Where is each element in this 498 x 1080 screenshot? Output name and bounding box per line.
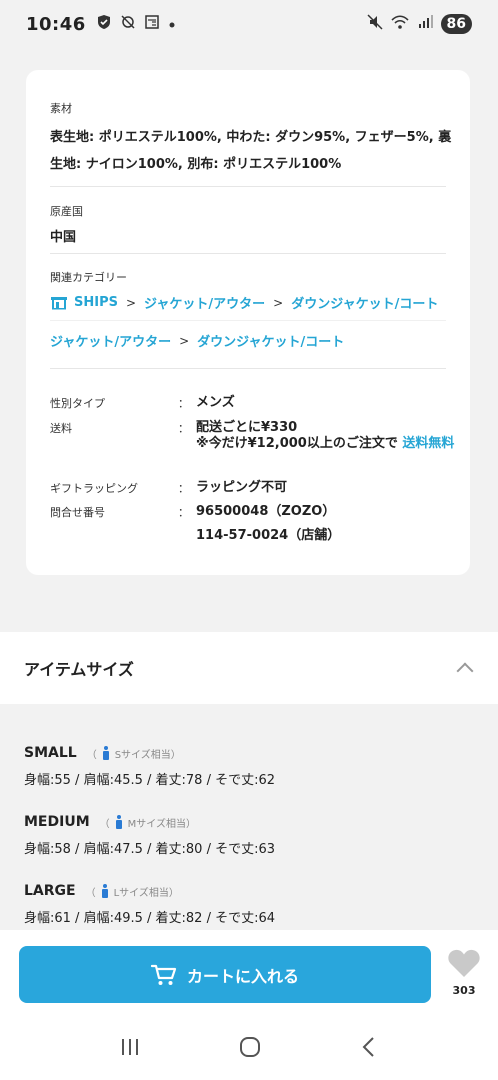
add-to-cart-label: カートに入れる xyxy=(186,966,299,986)
add-to-cart-button[interactable]: カートに入れる xyxy=(19,946,431,1003)
heart-icon xyxy=(448,949,480,977)
category-label: 関連カテゴリー xyxy=(50,271,127,284)
origin-value: 中国 xyxy=(50,230,77,245)
battery-badge: 86 xyxy=(440,14,472,34)
crumb-separator: > xyxy=(179,333,190,348)
inquiry-value: 96500048（ZOZO） 114-57-0024（店舗） xyxy=(196,504,456,544)
network-off-icon xyxy=(120,14,136,34)
gift-key: ギフトラッピング xyxy=(50,482,138,495)
shipping-key: 送料 xyxy=(50,422,72,435)
wifi-icon xyxy=(390,14,409,34)
crumb-down-jacket-link[interactable]: ダウンジャケット/コート xyxy=(291,293,438,312)
product-detail-card: 素材 表生地: ポリエステル100%, 中わた: ダウン95%, フェザー5%,… xyxy=(26,70,470,575)
person-icon xyxy=(115,815,123,829)
home-icon[interactable] xyxy=(238,1035,262,1063)
size-item: SMALL （ Sサイズ相当 ） 身幅:55 / 肩幅:45.5 / 着丈:78… xyxy=(24,745,275,788)
paren-open: （ xyxy=(99,818,110,830)
material-label: 素材 xyxy=(50,102,72,115)
size-item: MEDIUM （ Mサイズ相当 ） 身幅:58 / 肩幅:47.5 / 着丈:8… xyxy=(24,814,275,857)
shipping-value-line1: 配送ごとに¥330 xyxy=(196,420,298,435)
shipping-value-line2: ※今だけ¥12,000以上のご注文で xyxy=(196,436,398,451)
size-item: LARGE （ Lサイズ相当 ） 身幅:61 / 肩幅:49.5 / 着丈:82… xyxy=(24,883,275,926)
status-left-icons xyxy=(96,14,176,34)
status-time: 10:46 xyxy=(26,13,86,35)
person-icon xyxy=(101,884,109,898)
status-right: 86 xyxy=(366,14,472,34)
size-name-row: LARGE （ Lサイズ相当 ） xyxy=(24,883,275,899)
size-hint-text: Sサイズ相当 xyxy=(114,749,171,761)
colon: ： xyxy=(178,422,189,435)
crumb-jacket-link[interactable]: ジャケット/アウター xyxy=(144,293,265,312)
free-shipping-link[interactable]: 送料無料 xyxy=(402,436,454,451)
divider xyxy=(50,368,446,369)
crumb-ships-link[interactable]: SHIPS xyxy=(74,295,118,310)
inquiry-key: 問合せ番号 xyxy=(50,506,105,519)
size-dims: 身幅:61 / 肩幅:49.5 / 着丈:82 / そで丈:64 xyxy=(24,911,276,926)
system-nav-bar xyxy=(0,1018,498,1080)
shipping-row: 送料 ： 配送ごとに¥330 ※今だけ¥12,000以上のご注文で 送料無料 xyxy=(50,420,456,452)
cart-icon xyxy=(150,964,177,985)
material-value-line1: 表生地: ポリエステル100%, 中わた: ダウン95%, フェザー5%, 裏 xyxy=(50,130,452,145)
crumb-down-jacket-link[interactable]: ダウンジャケット/コート xyxy=(197,331,344,350)
size-hint: （ Sサイズ相当 ） xyxy=(87,746,181,761)
size-list: SMALL （ Sサイズ相当 ） 身幅:55 / 肩幅:45.5 / 着丈:78… xyxy=(0,704,498,930)
bottom-action-bar: カートに入れる 303 xyxy=(0,930,498,1018)
divider xyxy=(50,320,446,321)
size-hint: （ Mサイズ相当 ） xyxy=(100,815,196,830)
inquiry-row: 問合せ番号 ： 96500048（ZOZO） 114-57-0024（店舗） xyxy=(50,504,456,544)
crumb-separator: > xyxy=(273,295,284,310)
paren-open: （ xyxy=(85,887,96,899)
paren-close: ） xyxy=(170,749,181,761)
gift-value: ラッピング不可 xyxy=(196,480,288,495)
paren-open: （ xyxy=(86,749,97,761)
favorite-count: 303 xyxy=(452,984,476,997)
size-hint: （ Lサイズ相当 ） xyxy=(86,884,179,899)
gender-value: メンズ xyxy=(196,395,235,410)
crumb-jacket-link[interactable]: ジャケット/アウター xyxy=(50,331,171,350)
size-hint-text: Lサイズ相当 xyxy=(113,887,169,899)
size-name-row: MEDIUM （ Mサイズ相当 ） xyxy=(24,814,275,830)
status-bar: 10:46 86 xyxy=(0,0,498,48)
origin-label: 原産国 xyxy=(50,205,83,218)
colon: ： xyxy=(178,397,189,410)
paren-close: ） xyxy=(168,887,179,899)
inquiry-value-line2: 114-57-0024（店舗） xyxy=(196,528,341,543)
item-size-header[interactable]: アイテムサイズ xyxy=(0,632,498,704)
dot-icon xyxy=(168,15,176,33)
divider xyxy=(50,186,446,187)
paren-close: ） xyxy=(185,818,196,830)
person-icon xyxy=(102,746,110,760)
size-dims: 身幅:58 / 肩幅:47.5 / 着丈:80 / そで丈:63 xyxy=(24,842,276,857)
size-hint-text: Mサイズ相当 xyxy=(127,818,186,830)
size-dims: 身幅:55 / 肩幅:45.5 / 着丈:78 / そで丈:62 xyxy=(24,773,276,788)
gender-row: 性別タイプ ： メンズ xyxy=(50,395,456,411)
gift-row: ギフトラッピング ： ラッピング不可 xyxy=(50,480,456,496)
category-breadcrumb-1: SHIPS > ジャケット/アウター > ダウンジャケット/コート xyxy=(50,293,438,312)
back-icon[interactable] xyxy=(359,1035,379,1063)
shipping-value: 配送ごとに¥330 ※今だけ¥12,000以上のご注文で 送料無料 xyxy=(196,420,456,452)
mute-icon xyxy=(366,14,383,34)
inquiry-value-line1: 96500048（ZOZO） xyxy=(196,504,336,519)
favorite-button[interactable]: 303 xyxy=(442,948,486,997)
size-name: LARGE xyxy=(24,883,76,899)
shield-check-icon xyxy=(96,14,112,34)
size-name: SMALL xyxy=(24,745,77,761)
category-breadcrumb-2: ジャケット/アウター > ダウンジャケット/コート xyxy=(50,331,344,351)
colon: ： xyxy=(178,506,189,519)
item-size-title: アイテムサイズ xyxy=(24,660,134,679)
news-icon xyxy=(144,14,160,34)
crumb-separator: > xyxy=(125,295,137,310)
colon: ： xyxy=(178,482,189,495)
size-name: MEDIUM xyxy=(24,814,90,830)
chevron-up-icon[interactable] xyxy=(456,659,474,677)
size-name-row: SMALL （ Sサイズ相当 ） xyxy=(24,745,275,761)
gender-key: 性別タイプ xyxy=(50,397,105,410)
divider xyxy=(50,253,446,254)
recent-apps-icon[interactable] xyxy=(119,1037,141,1061)
signal-icon xyxy=(417,14,433,34)
store-icon xyxy=(50,296,68,310)
material-value-line2: 生地: ナイロン100%, 別布: ポリエステル100% xyxy=(50,157,342,172)
